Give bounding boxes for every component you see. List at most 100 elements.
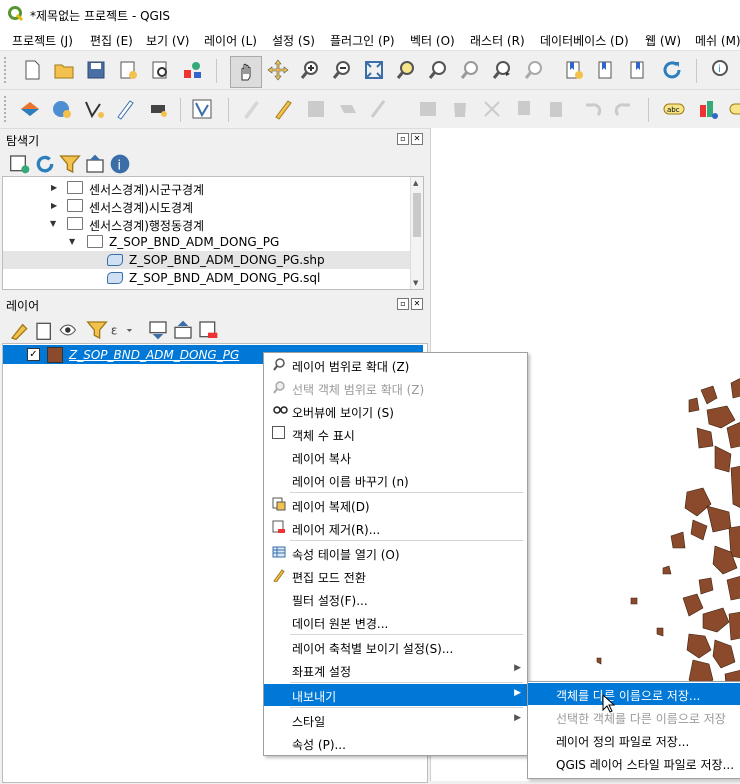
scrollbar-thumb[interactable]: [413, 193, 421, 237]
label-tool-icon[interactable]: abc: [662, 97, 686, 121]
checkbox-icon[interactable]: [272, 426, 285, 439]
tree-item-sido[interactable]: ▶ 센서스경계)시도경계: [3, 197, 411, 215]
menu-item-copy-layer[interactable]: 레이어 복사: [264, 446, 527, 468]
menu-item-change-data-source[interactable]: 데이터 원본 변경...: [264, 611, 527, 633]
zoom-selection-icon[interactable]: [394, 58, 418, 82]
digitizing-toolbar-icon[interactable]: [190, 97, 214, 121]
menu-vector[interactable]: 벡터 (O): [410, 32, 455, 49]
expand-arrow-icon[interactable]: ▶: [51, 201, 57, 210]
tree-item-sql[interactable]: Z_SOP_BND_ADM_DONG_PG.sql: [3, 269, 411, 287]
paste-icon[interactable]: [544, 97, 568, 121]
menu-plugins[interactable]: 플러그인 (P): [330, 32, 395, 49]
show-bookmarks-icon[interactable]: [594, 58, 618, 82]
submenu-item-save-as-layer-definition[interactable]: 레이어 정의 파일로 저장...: [528, 729, 740, 751]
menu-settings[interactable]: 설정 (S): [272, 32, 315, 49]
memory-layer-icon[interactable]: [146, 97, 170, 121]
menu-item-remove-layer[interactable]: 레이어 제거(R)...: [264, 517, 527, 539]
submenu-item-save-as-style-file[interactable]: QGIS 레이어 스타일 파일로 저장...: [528, 752, 740, 774]
menu-item-set-crs[interactable]: 좌표계 설정 ▶: [264, 659, 527, 681]
add-selected-layers-icon[interactable]: [8, 152, 30, 174]
label-pin-icon[interactable]: [728, 97, 740, 121]
layer-visibility-checkbox[interactable]: ✓: [27, 348, 40, 361]
zoom-full-icon[interactable]: [362, 58, 386, 82]
style-manager-icon[interactable]: [180, 58, 204, 82]
pan-icon[interactable]: [230, 56, 262, 88]
modify-attributes-icon[interactable]: [416, 97, 440, 121]
identify-icon[interactable]: i: [708, 58, 732, 82]
float-panel-icon[interactable]: ▫: [397, 133, 409, 145]
new-project-icon[interactable]: [20, 58, 44, 82]
layout-manager-icon[interactable]: [148, 58, 172, 82]
add-layer-icon[interactable]: [50, 97, 74, 121]
close-panel-icon[interactable]: ✕: [411, 133, 423, 145]
menu-web[interactable]: 웹 (W): [645, 32, 681, 49]
collapse-arrow-icon[interactable]: ▼: [50, 219, 56, 228]
tree-item-haengjeongdong[interactable]: ▼ 센서스경계)행정동경계: [3, 215, 411, 233]
zoom-in-icon[interactable]: [298, 58, 322, 82]
zoom-layer-icon[interactable]: [426, 58, 450, 82]
toggle-editing-icon[interactable]: [272, 97, 296, 121]
filter-browser-icon[interactable]: [58, 152, 81, 174]
menu-mesh[interactable]: 메쉬 (M): [695, 32, 740, 49]
close-panel-icon[interactable]: ✕: [411, 298, 423, 310]
properties-icon[interactable]: i: [108, 152, 130, 174]
zoom-native-icon[interactable]: [458, 58, 482, 82]
open-project-icon[interactable]: [52, 58, 76, 82]
save-edits-icon[interactable]: [304, 97, 328, 121]
zoom-last-icon[interactable]: [490, 58, 514, 82]
float-panel-icon[interactable]: ▫: [397, 298, 409, 310]
collapse-all-icon[interactable]: [83, 152, 104, 173]
delete-selected-icon[interactable]: [448, 97, 472, 121]
scroll-down-icon[interactable]: ▼: [413, 279, 418, 287]
remove-layer-icon[interactable]: [196, 318, 218, 338]
menu-item-show-in-overview[interactable]: 오버뷰에 보이기 (S): [264, 400, 527, 422]
cut-icon[interactable]: [480, 97, 504, 121]
tree-item-sigungu[interactable]: ▶ 센서스경계)시군구경계: [3, 179, 411, 197]
digitize-icon[interactable]: [114, 97, 138, 121]
filter-legend-icon[interactable]: [85, 318, 108, 340]
filter-expression-icon[interactable]: ε: [110, 318, 136, 338]
tree-item-folder-dong[interactable]: ▼ Z_SOP_BND_ADM_DONG_PG: [3, 233, 411, 251]
new-bookmark-icon[interactable]: [562, 58, 586, 82]
scroll-up-icon[interactable]: ▲: [413, 179, 418, 187]
expand-all-icon[interactable]: [146, 318, 167, 340]
temporal-controller-icon[interactable]: [626, 58, 650, 82]
menu-item-filter[interactable]: 필터 설정(F)...: [264, 588, 527, 610]
menu-item-rename-layer[interactable]: 레이어 이름 바꾸기 (n): [264, 469, 527, 491]
menu-view[interactable]: 보기 (V): [146, 32, 189, 49]
collapse-arrow-icon[interactable]: ▼: [69, 237, 75, 246]
redo-icon[interactable]: [612, 97, 636, 121]
menu-project[interactable]: 프로젝트 (J): [12, 32, 73, 49]
style-layer-icon[interactable]: [8, 318, 28, 341]
menu-item-properties[interactable]: 속성 (P)...: [264, 732, 527, 754]
new-print-layout-icon[interactable]: [116, 58, 140, 82]
menu-item-show-feature-count[interactable]: 객체 수 표시: [264, 423, 527, 445]
menu-item-open-attribute-table[interactable]: 속성 테이블 열기 (O): [264, 542, 527, 564]
menu-item-styles[interactable]: 스타일 ▶: [264, 709, 527, 731]
zoom-out-icon[interactable]: [330, 58, 354, 82]
menu-item-export[interactable]: 내보내기 ▶: [264, 684, 527, 706]
tree-item-shp[interactable]: Z_SOP_BND_ADM_DONG_PG.shp: [3, 251, 411, 269]
menu-item-scale-visibility[interactable]: 레이어 축척별 보이기 설정(S)...: [264, 636, 527, 658]
add-group-icon[interactable]: [33, 318, 51, 340]
submenu-item-save-selected-features-as[interactable]: 선택한 객체를 다른 이름으로 저장: [528, 706, 740, 728]
refresh-browser-icon[interactable]: [33, 152, 54, 173]
menu-database[interactable]: 데이터베이스 (D): [540, 32, 629, 49]
menu-item-duplicate-layer[interactable]: 레이어 복제(D): [264, 494, 527, 516]
menu-item-zoom-to-selection[interactable]: 선택 객체 범위로 확대 (Z): [264, 377, 527, 399]
zoom-next-icon[interactable]: [522, 58, 546, 82]
browser-scrollbar[interactable]: ▲ ▼: [410, 177, 423, 289]
pan-to-selection-icon[interactable]: [266, 58, 290, 82]
refresh-icon[interactable]: [660, 58, 684, 82]
expand-arrow-icon[interactable]: ▶: [51, 183, 57, 192]
copy-icon[interactable]: [512, 97, 536, 121]
data-source-manager-icon[interactable]: [18, 97, 42, 121]
add-feature-icon[interactable]: [336, 97, 360, 121]
vertex-tool-icon[interactable]: [368, 97, 392, 121]
menu-item-toggle-editing[interactable]: 편집 모드 전환: [264, 565, 527, 587]
menu-edit[interactable]: 편집 (E): [90, 32, 133, 49]
visibility-icon[interactable]: [58, 318, 80, 336]
save-project-icon[interactable]: [84, 58, 108, 82]
menu-layer[interactable]: 레이어 (L): [204, 32, 257, 49]
diagram-tool-icon[interactable]: [696, 97, 720, 121]
